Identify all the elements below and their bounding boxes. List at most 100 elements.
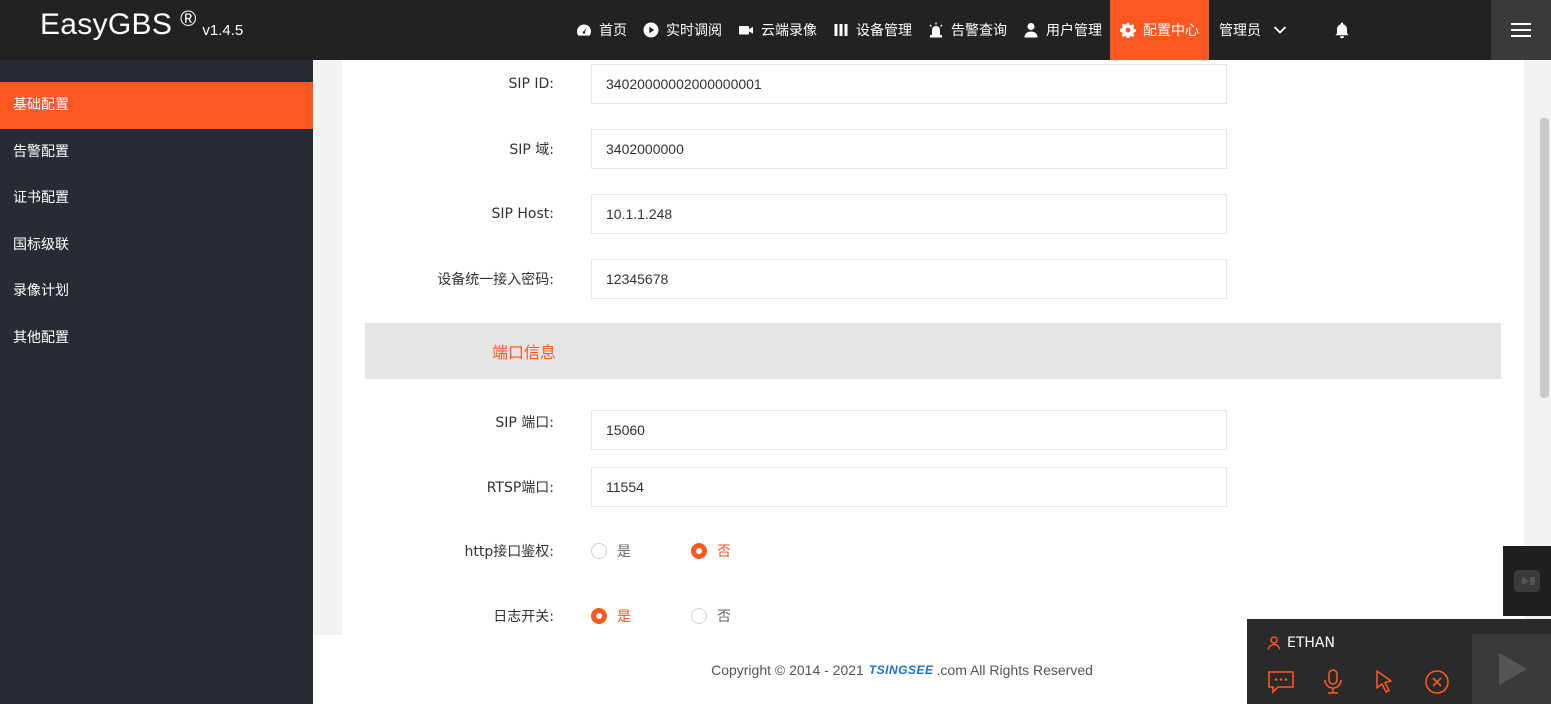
registered-mark: ® [180, 6, 197, 31]
user-menu[interactable]: 管理员 [1209, 0, 1295, 60]
log-switch-no-radio[interactable]: 否 [691, 606, 791, 626]
video-window-icon [1514, 570, 1540, 592]
chevron-down-icon [1273, 26, 1287, 34]
participant-name: ETHAN [1287, 635, 1335, 651]
port-info-section-header: 端口信息 [365, 323, 1501, 379]
radio-circle [691, 608, 707, 624]
pointer-button[interactable] [1371, 669, 1423, 695]
main-nav: 首页 实时调阅 云端录像 设备管理 告警查询 用户管理 配置中心 管理员 [568, 0, 1375, 60]
sidebar-item-record-plan[interactable]: 录像计划 [0, 268, 313, 315]
radio-label: 是 [617, 544, 631, 560]
main-content: SIP ID: 34020000002000000001 SIP 域: 3402… [313, 60, 1551, 704]
end-call-button[interactable] [1423, 669, 1475, 695]
form-row-device-password: 设备统一接入密码: 12345678 [342, 259, 1524, 299]
form-row-sip-domain: SIP 域: 3402000000 [342, 129, 1524, 169]
notifications-button[interactable] [1295, 0, 1375, 60]
call-participant: ETHAN [1267, 635, 1335, 651]
chat-icon [1268, 671, 1294, 694]
dashboard-icon [577, 24, 591, 36]
sidebar-item-certificate-config[interactable]: 证书配置 [0, 175, 313, 222]
remote-call-panel: ETHAN [1247, 619, 1551, 704]
rtsp-port-label: RTSP端口: [486, 480, 554, 496]
microphone-button[interactable] [1319, 669, 1371, 695]
nav-item-config-center[interactable]: 配置中心 [1110, 0, 1209, 60]
radio-circle [591, 543, 607, 559]
sidebar: 基础配置 告警配置 证书配置 国标级联 录像计划 其他配置 [0, 60, 313, 704]
nav-item-label: 配置中心 [1143, 23, 1199, 39]
sidebar-item-other-config[interactable]: 其他配置 [0, 315, 313, 362]
tsingsee-brand-link[interactable]: TSINGSEE [869, 663, 934, 677]
nav-item-cloud-record[interactable]: 云端录像 [730, 0, 825, 60]
alarm-light-icon [929, 22, 943, 38]
copyright-suffix: .com All Rights Reserved [936, 661, 1093, 678]
nav-item-label: 设备管理 [856, 23, 912, 39]
sip-domain-input[interactable]: 3402000000 [591, 129, 1227, 169]
hamburger-icon [1511, 23, 1531, 37]
device-password-label: 设备统一接入密码: [437, 272, 554, 288]
radio-circle-selected [691, 543, 707, 559]
play-icon [1498, 653, 1527, 685]
nav-item-alarms[interactable]: 告警查询 [920, 0, 1015, 60]
chat-button[interactable] [1267, 669, 1319, 695]
radio-circle-selected [591, 608, 607, 624]
log-switch-label: 日志开关: [493, 609, 554, 625]
app-version: v1.4.5 [202, 22, 244, 39]
http-auth-yes-radio[interactable]: 是 [591, 541, 691, 561]
form-row-sip-id: SIP ID: 34020000002000000001 [342, 64, 1524, 104]
http-auth-no-radio[interactable]: 否 [691, 541, 791, 561]
play-circle-icon [643, 22, 659, 38]
form-row-rtsp-port: RTSP端口: 11554 [342, 467, 1524, 507]
radio-label: 是 [617, 609, 631, 625]
nav-item-label: 云端录像 [761, 23, 817, 39]
user-icon [1024, 23, 1038, 38]
sidebar-item-basic-config[interactable]: 基础配置 [0, 82, 313, 129]
log-switch-yes-radio[interactable]: 是 [591, 606, 691, 626]
log-switch-radio-group: 是 否 [591, 606, 791, 626]
device-password-input[interactable]: 12345678 [591, 259, 1227, 299]
sip-host-label: SIP Host: [491, 206, 554, 222]
nav-item-devices[interactable]: 设备管理 [825, 0, 920, 60]
http-auth-radio-group: 是 否 [591, 541, 791, 561]
app-logo[interactable]: EasyGBS ® v1.4.5 [40, 5, 243, 45]
radio-label: 否 [717, 544, 731, 560]
call-toolbar [1267, 669, 1475, 695]
gear-icon [1120, 22, 1136, 38]
sip-host-input[interactable]: 10.1.1.248 [591, 194, 1227, 234]
floating-video-widget[interactable] [1503, 546, 1551, 616]
microphone-icon [1324, 669, 1342, 694]
sip-id-label: SIP ID: [508, 76, 554, 92]
nav-item-label: 实时调阅 [666, 23, 722, 39]
call-video-preview[interactable] [1472, 634, 1551, 704]
nav-item-label: 用户管理 [1046, 23, 1102, 39]
sidebar-item-alarm-config[interactable]: 告警配置 [0, 129, 313, 176]
nav-item-label: 首页 [599, 23, 627, 39]
scrollbar-thumb[interactable] [1540, 118, 1549, 398]
sip-domain-label: SIP 域: [509, 142, 554, 158]
http-auth-label: http接口鉴权: [464, 544, 554, 560]
hamburger-menu-button[interactable] [1491, 0, 1551, 60]
sip-port-input[interactable]: 15060 [591, 410, 1227, 450]
sip-id-input[interactable]: 34020000002000000001 [591, 64, 1227, 104]
person-icon [1267, 636, 1281, 650]
close-circle-icon [1425, 670, 1449, 694]
sip-port-label: SIP 端口: [495, 415, 554, 431]
form-row-sip-host: SIP Host: 10.1.1.248 [342, 194, 1524, 234]
section-title: 端口信息 [491, 343, 556, 362]
copyright-prefix: Copyright © 2014 - 2021 [711, 661, 864, 678]
cursor-icon [1376, 670, 1392, 693]
nav-item-users[interactable]: 用户管理 [1015, 0, 1110, 60]
radio-label: 否 [717, 609, 731, 625]
config-form-panel: SIP ID: 34020000002000000001 SIP 域: 3402… [342, 60, 1524, 635]
sidebar-item-gb-cascade[interactable]: 国标级联 [0, 222, 313, 269]
rtsp-port-input[interactable]: 11554 [591, 467, 1227, 507]
bell-icon [1335, 22, 1349, 39]
top-navbar: EasyGBS ® v1.4.5 首页 实时调阅 云端录像 设备管理 告警查询 … [0, 0, 1551, 60]
user-name: 管理员 [1219, 23, 1261, 39]
nav-item-home[interactable]: 首页 [568, 0, 635, 60]
form-row-http-auth: http接口鉴权: 是 否 [342, 531, 1524, 571]
form-row-sip-port: SIP 端口: 15060 [342, 410, 1524, 450]
app-name: EasyGBS [40, 8, 173, 41]
video-camera-icon [739, 26, 753, 35]
nav-item-label: 告警查询 [951, 23, 1007, 39]
nav-item-live[interactable]: 实时调阅 [635, 0, 730, 60]
